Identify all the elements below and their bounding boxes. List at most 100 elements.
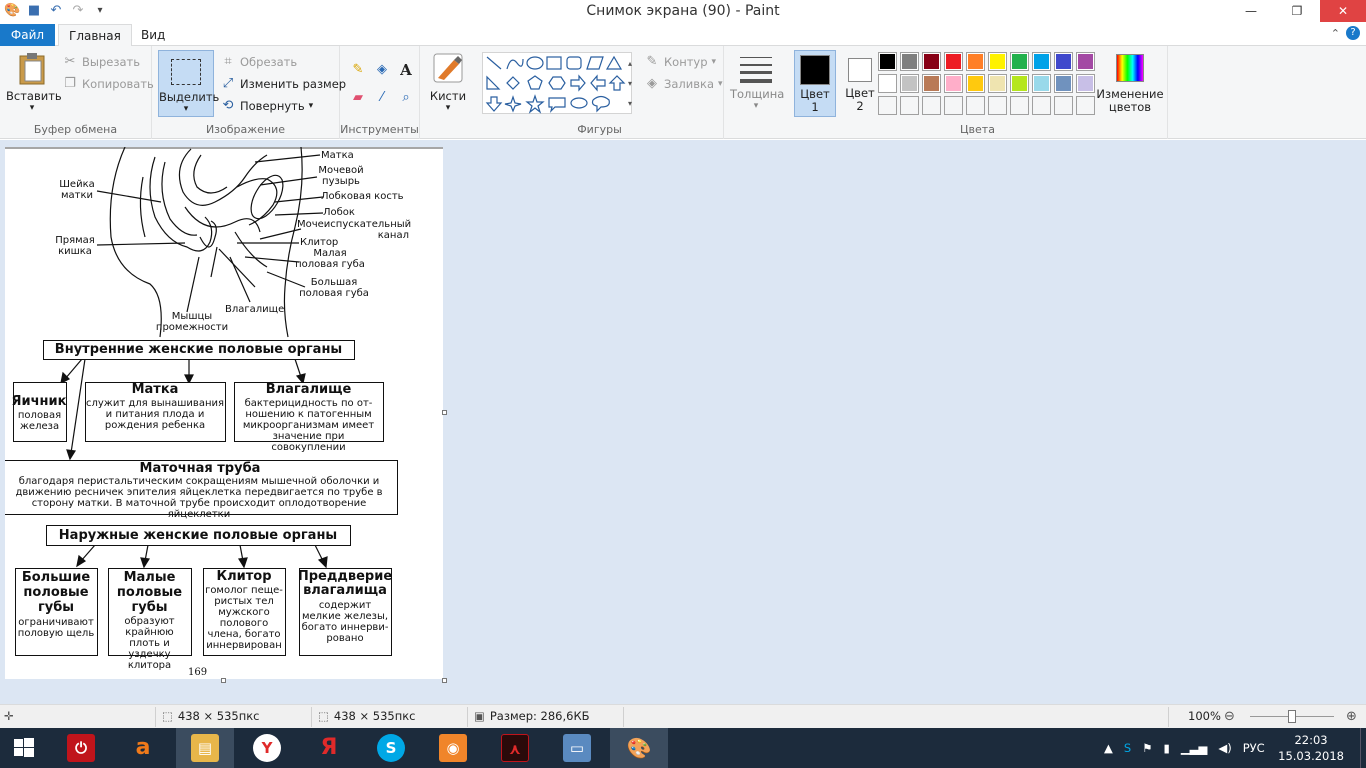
select-button[interactable]: Выделить ▾	[158, 50, 219, 117]
scissors-icon: ✂	[64, 54, 76, 69]
custom-color-slot[interactable]	[1032, 96, 1051, 115]
custom-color-slot[interactable]	[944, 96, 963, 115]
palette-swatch[interactable]	[922, 74, 941, 93]
paste-dropdown-icon[interactable]: ▾	[6, 103, 58, 113]
cut-button[interactable]: ✂ Вырезать	[62, 54, 140, 70]
taskbar-acrobat[interactable]: ⋏	[486, 728, 544, 768]
brushes-button[interactable]: Кисти ▾	[426, 52, 470, 113]
label-rectum: Прямая кишка	[55, 235, 95, 257]
crop-button[interactable]: ⌗ Обрезать	[220, 54, 297, 70]
custom-color-slot[interactable]	[1010, 96, 1029, 115]
close-button[interactable]: ✕	[1320, 0, 1366, 22]
taskbar-explorer[interactable]: ▤	[176, 728, 234, 768]
pencil-icon[interactable]: ✎	[350, 62, 366, 78]
clock[interactable]: 22:03 15.03.2018	[1278, 732, 1344, 764]
color1-button[interactable]: Цвет 1	[794, 50, 836, 117]
network-signal-icon[interactable]: ▁▃▅	[1181, 741, 1208, 755]
image-canvas[interactable]: Матка Мочевой пузырь Лобковая кость Лобо…	[5, 147, 443, 679]
custom-color-slot[interactable]	[878, 96, 897, 115]
resize-button[interactable]: ⤢ Изменить размер	[220, 76, 346, 92]
taskbar-paint[interactable]: 🎨	[610, 728, 668, 768]
shapes-scroll[interactable]: ▴ ▾ ▾	[628, 54, 632, 114]
help-icon[interactable]: ?	[1346, 26, 1360, 40]
custom-color-slot[interactable]	[922, 96, 941, 115]
eraser-icon[interactable]: ▰	[350, 90, 366, 106]
labia-minora-text: образуют крайнюю плоть и уздечку клитора	[124, 616, 175, 671]
palette-swatch[interactable]	[1010, 52, 1029, 71]
power-icon: ⏻	[67, 734, 95, 762]
text-tool-icon[interactable]: A	[398, 62, 414, 78]
tray-skype-icon[interactable]: S	[1124, 741, 1131, 755]
palette-swatch[interactable]	[1054, 52, 1073, 71]
shapes-gallery[interactable]	[482, 52, 632, 114]
custom-color-slot[interactable]	[900, 96, 919, 115]
volume-icon[interactable]: ◀)	[1218, 741, 1231, 755]
zoom-slider-thumb[interactable]	[1288, 710, 1296, 723]
label-perineum: Мышцы промежности	[155, 311, 229, 333]
minimize-button[interactable]: —	[1228, 0, 1274, 22]
rotate-button[interactable]: ⟲ Повернуть ▾	[220, 98, 314, 114]
taskbar-photos[interactable]: ▭	[548, 728, 606, 768]
palette-swatch[interactable]	[1032, 52, 1051, 71]
taskbar-camera[interactable]: ◉	[424, 728, 482, 768]
tray-expand-icon[interactable]: ▲	[1104, 741, 1113, 755]
palette-swatch[interactable]	[900, 52, 919, 71]
ovary-text: половая железа	[17, 410, 62, 432]
action-center-flag-icon[interactable]: ⚑	[1142, 741, 1152, 755]
copy-button[interactable]: ❐ Копировать	[62, 76, 154, 92]
start-button[interactable]	[0, 728, 48, 768]
paste-label: Вставить	[6, 89, 62, 103]
fill-bucket-icon[interactable]: ◈	[374, 62, 390, 78]
battery-icon[interactable]: ▮	[1163, 741, 1169, 755]
palette-swatch[interactable]	[966, 74, 985, 93]
ovary-box: Яичник половая железа	[12, 382, 67, 442]
taskbar-yandex[interactable]: Я	[300, 728, 358, 768]
color2-button[interactable]: Цвет 2	[840, 50, 880, 113]
palette-swatch[interactable]	[988, 52, 1007, 71]
palette-swatch[interactable]	[944, 74, 963, 93]
palette-swatch[interactable]	[966, 52, 985, 71]
outline-button[interactable]: ✎ Контур ▾	[644, 54, 717, 70]
palette-swatch[interactable]	[1032, 74, 1051, 93]
resize-handle-corner[interactable]	[442, 678, 447, 683]
tab-file[interactable]: Файл	[0, 24, 55, 46]
palette-swatch[interactable]	[1010, 74, 1029, 93]
custom-color-slot[interactable]	[1054, 96, 1073, 115]
show-desktop-button[interactable]	[1360, 728, 1366, 768]
custom-color-slot[interactable]	[1076, 96, 1095, 115]
resize-handle-right[interactable]	[442, 410, 447, 415]
zoom-in-icon[interactable]: ⊕	[1346, 709, 1357, 724]
maximize-button[interactable]: ❐	[1274, 0, 1320, 22]
tab-view[interactable]: Вид	[131, 24, 175, 47]
ribbon: Вставить ▾ ✂ Вырезать ❐ Копировать Буфер о…	[0, 46, 1366, 139]
palette-swatch[interactable]	[1076, 74, 1095, 93]
custom-color-slot[interactable]	[988, 96, 1007, 115]
input-language[interactable]: РУС	[1243, 741, 1265, 755]
palette-swatch[interactable]	[1054, 74, 1073, 93]
palette-swatch[interactable]	[1076, 52, 1095, 71]
palette-swatch[interactable]	[878, 74, 897, 93]
select-dropdown-icon[interactable]: ▾	[159, 104, 213, 114]
taskbar-yandex-browser[interactable]: Y	[238, 728, 296, 768]
palette-swatch[interactable]	[988, 74, 1007, 93]
taskbar-avast[interactable]: a	[114, 728, 172, 768]
size-button[interactable]: Толщина ▾	[730, 52, 784, 111]
paste-button[interactable]: Вставить ▾	[6, 52, 62, 113]
palette-swatch[interactable]	[878, 52, 897, 71]
zoom-out-icon[interactable]: ⊖	[1224, 709, 1235, 724]
palette-swatch[interactable]	[922, 52, 941, 71]
taskbar-power-app[interactable]: ⏻	[52, 728, 110, 768]
color-picker-icon[interactable]: ⁄	[374, 90, 390, 106]
clitoris-box-title: Клитор	[216, 569, 272, 584]
resize-handle-bottom[interactable]	[221, 678, 226, 683]
fill-button[interactable]: ◈ Заливка ▾	[644, 76, 723, 92]
magnifier-icon[interactable]: ⌕	[398, 90, 414, 106]
taskbar-skype[interactable]: S	[362, 728, 420, 768]
canvas-workspace[interactable]: Матка Мочевой пузырь Лобковая кость Лобо…	[0, 140, 1366, 704]
collapse-ribbon-icon[interactable]: ⌃	[1331, 27, 1340, 40]
palette-swatch[interactable]	[944, 52, 963, 71]
custom-color-slot[interactable]	[966, 96, 985, 115]
tab-home[interactable]: Главная	[58, 24, 132, 47]
palette-swatch[interactable]	[900, 74, 919, 93]
edit-colors-button[interactable]: Изменение цветов	[1096, 52, 1164, 114]
